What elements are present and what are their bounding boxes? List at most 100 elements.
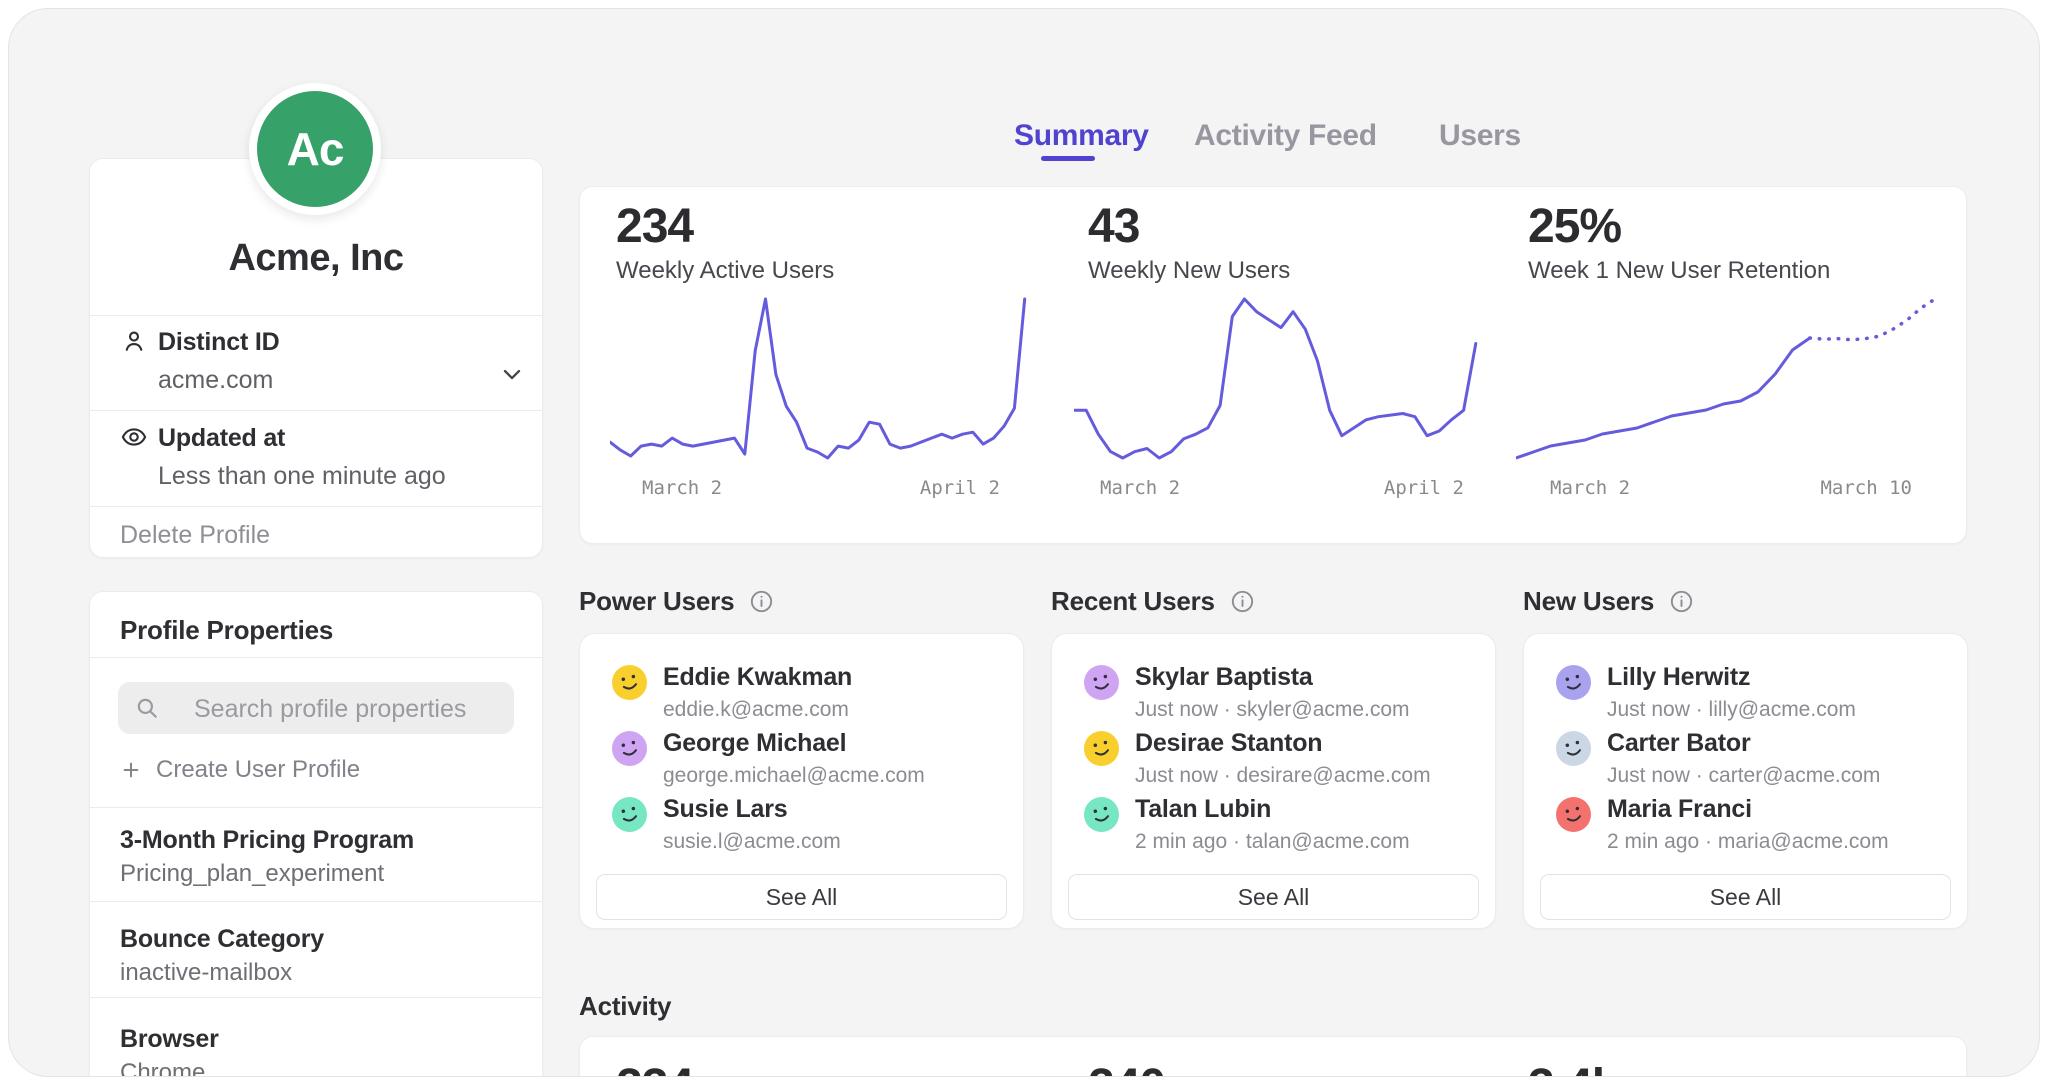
divider bbox=[90, 410, 542, 411]
user-detail: Just now · skyler@acme.com bbox=[1135, 698, 1410, 722]
user-avatar bbox=[1084, 797, 1119, 832]
new-users-card: Lilly Herwitz Just now · lilly@acme.com … bbox=[1523, 633, 1968, 929]
activity-stat-value: 234 bbox=[616, 1059, 693, 1077]
tab-users[interactable]: Users bbox=[1439, 119, 1521, 153]
retention-chart bbox=[1516, 291, 1948, 466]
info-icon[interactable] bbox=[1229, 588, 1256, 615]
see-all-button[interactable]: See All bbox=[1540, 874, 1951, 920]
weekly-active-users-panel: 234 Weekly Active Users March 2 April 2 bbox=[610, 187, 1042, 543]
company-name: Acme, Inc bbox=[90, 237, 542, 280]
user-detail: 2 min ago · talan@acme.com bbox=[1135, 830, 1410, 854]
x-axis-label: March 2 bbox=[1100, 477, 1180, 499]
user-avatar bbox=[612, 665, 647, 700]
divider bbox=[90, 807, 542, 808]
tab-activity-feed[interactable]: Activity Feed bbox=[1194, 119, 1377, 153]
property-value: Pricing_plan_experiment bbox=[120, 860, 384, 888]
user-name: Desirae Stanton bbox=[1135, 729, 1431, 758]
user-detail: Just now · desirare@acme.com bbox=[1135, 764, 1431, 788]
stat-value: 43 bbox=[1088, 199, 1139, 254]
divider bbox=[90, 506, 542, 507]
updated-at-label: Updated at bbox=[158, 424, 285, 453]
property-value: inactive-mailbox bbox=[120, 959, 292, 987]
recent-users-heading: Recent Users bbox=[1051, 586, 1256, 617]
active-tab-underline bbox=[1041, 156, 1095, 161]
stat-label: Weekly New Users bbox=[1088, 257, 1290, 285]
retention-panel: 25% Week 1 New User Retention March 2 Ma… bbox=[1516, 187, 1948, 543]
activity-stat-value: 3.4k bbox=[1528, 1059, 1617, 1077]
user-row[interactable]: Skylar Baptista Just now · skyler@acme.c… bbox=[1084, 663, 1475, 722]
activity-stat-value: 240 bbox=[1088, 1059, 1165, 1077]
profile-properties-search bbox=[118, 682, 514, 734]
user-detail: Just now · carter@acme.com bbox=[1607, 764, 1880, 788]
summary-card: 234 Weekly Active Users March 2 April 2 … bbox=[579, 186, 1967, 544]
divider bbox=[90, 901, 542, 902]
user-avatar bbox=[1084, 731, 1119, 766]
weekly-active-users-chart bbox=[610, 291, 1042, 466]
user-detail: eddie.k@acme.com bbox=[663, 698, 852, 722]
user-row[interactable]: Eddie Kwakman eddie.k@acme.com bbox=[612, 663, 1003, 722]
x-axis-label: March 2 bbox=[1550, 477, 1630, 499]
plus-icon bbox=[120, 759, 142, 781]
see-all-button[interactable]: See All bbox=[1068, 874, 1479, 920]
user-name: Carter Bator bbox=[1607, 729, 1880, 758]
info-icon[interactable] bbox=[1668, 588, 1695, 615]
x-axis-label: April 2 bbox=[920, 477, 1000, 499]
search-icon bbox=[134, 695, 160, 721]
info-icon[interactable] bbox=[748, 588, 775, 615]
see-all-button[interactable]: See All bbox=[596, 874, 1007, 920]
user-row[interactable]: Maria Franci 2 min ago · maria@acme.com bbox=[1556, 795, 1947, 854]
user-name: Skylar Baptista bbox=[1135, 663, 1410, 692]
user-row[interactable]: Carter Bator Just now · carter@acme.com bbox=[1556, 729, 1947, 788]
user-row[interactable]: Desirae Stanton Just now · desirare@acme… bbox=[1084, 729, 1475, 788]
user-avatar bbox=[612, 797, 647, 832]
stat-value: 25% bbox=[1528, 199, 1621, 254]
weekly-new-users-chart bbox=[1074, 291, 1506, 466]
user-avatar bbox=[1556, 797, 1591, 832]
user-name: Susie Lars bbox=[663, 795, 841, 824]
delete-profile-button[interactable]: Delete Profile bbox=[120, 521, 270, 550]
stat-label: Week 1 New User Retention bbox=[1528, 257, 1830, 285]
user-detail: george.michael@acme.com bbox=[663, 764, 925, 788]
search-input[interactable] bbox=[192, 682, 502, 736]
chevron-down-icon[interactable] bbox=[498, 360, 526, 388]
user-name: Talan Lubin bbox=[1135, 795, 1410, 824]
recent-users-card: Skylar Baptista Just now · skyler@acme.c… bbox=[1051, 633, 1496, 929]
stat-value: 234 bbox=[616, 199, 693, 254]
create-user-profile-button[interactable]: Create User Profile bbox=[120, 756, 360, 784]
user-avatar bbox=[1556, 731, 1591, 766]
user-avatar bbox=[612, 731, 647, 766]
divider bbox=[90, 315, 542, 316]
x-axis-label: April 2 bbox=[1384, 477, 1464, 499]
property-value: Chrome bbox=[120, 1059, 205, 1077]
profile-properties-title: Profile Properties bbox=[120, 615, 333, 646]
user-row[interactable]: Talan Lubin 2 min ago · talan@acme.com bbox=[1084, 795, 1475, 854]
company-avatar-initials: Ac bbox=[257, 91, 373, 207]
person-icon bbox=[120, 327, 148, 355]
tab-summary[interactable]: Summary bbox=[1014, 119, 1149, 153]
power-users-card: Eddie Kwakman eddie.k@acme.com George Mi… bbox=[579, 633, 1024, 929]
x-axis-label: March 2 bbox=[642, 477, 722, 499]
user-row[interactable]: George Michael george.michael@acme.com bbox=[612, 729, 1003, 788]
x-axis-label: March 10 bbox=[1820, 477, 1912, 499]
user-detail: Just now · lilly@acme.com bbox=[1607, 698, 1856, 722]
user-detail: susie.l@acme.com bbox=[663, 830, 841, 854]
user-name: Maria Franci bbox=[1607, 795, 1889, 824]
section-title: Power Users bbox=[579, 586, 734, 617]
power-users-heading: Power Users bbox=[579, 586, 775, 617]
property-name: Browser bbox=[120, 1025, 219, 1054]
activity-card: 234 240 3.4k bbox=[579, 1036, 1967, 1077]
user-name: Eddie Kwakman bbox=[663, 663, 852, 692]
app-frame: Ac Acme, Inc Distinct ID acme.com Update… bbox=[8, 8, 2040, 1077]
user-row[interactable]: Susie Lars susie.l@acme.com bbox=[612, 795, 1003, 854]
company-avatar: Ac bbox=[249, 83, 381, 215]
eye-icon bbox=[118, 423, 150, 451]
stat-label: Weekly Active Users bbox=[616, 257, 834, 285]
user-detail: 2 min ago · maria@acme.com bbox=[1607, 830, 1889, 854]
section-title: Recent Users bbox=[1051, 586, 1215, 617]
user-row[interactable]: Lilly Herwitz Just now · lilly@acme.com bbox=[1556, 663, 1947, 722]
create-user-profile-label: Create User Profile bbox=[156, 756, 360, 784]
divider bbox=[90, 997, 542, 998]
profile-card: Acme, Inc Distinct ID acme.com Updated a… bbox=[89, 158, 543, 558]
new-users-heading: New Users bbox=[1523, 586, 1695, 617]
distinct-id-value: acme.com bbox=[158, 366, 273, 395]
